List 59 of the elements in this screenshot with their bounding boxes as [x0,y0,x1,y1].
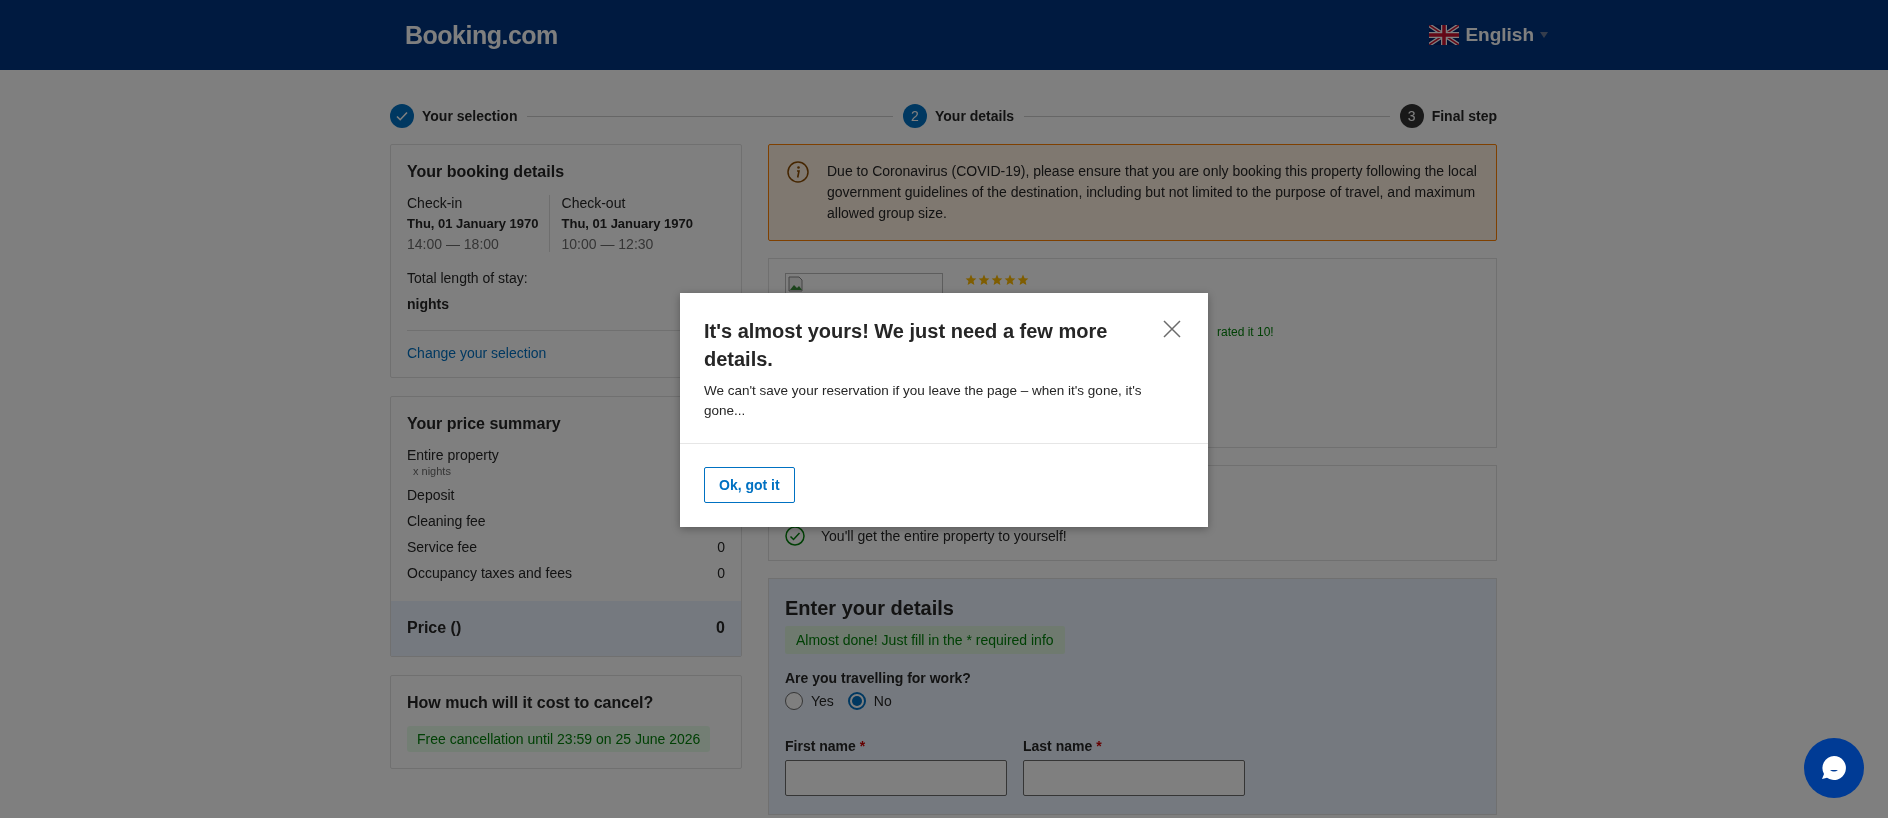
caret-icon [1540,32,1548,38]
ok-button[interactable]: Ok, got it [704,467,795,503]
broken-image-icon [788,276,804,292]
close-icon[interactable] [1162,319,1182,339]
card-title: Your booking details [407,163,566,181]
card-title: How much will it cost to cancel? [407,694,655,712]
flag-icon [1429,25,1460,45]
required-notice: Almost done! Just fill in the * required info [785,626,1065,654]
time-range: 10:00 — 12:30 [561,236,655,252]
price-value: 0 [717,565,725,581]
step-number: 3 [1399,104,1424,128]
radio-option[interactable]: Yes [785,692,834,710]
step-label: Final step [1431,108,1497,124]
form-title: Enter your details [785,597,955,620]
field-label: First name * [785,738,867,754]
dialog-text: We can't save your reservation if you leave the page – when it's gone, it's gone... [704,382,1143,420]
date-value: Thu, 01 January 1970 [407,216,539,231]
price-label: Occupancy taxes and fees [407,565,572,581]
stay-value: nights [407,296,450,312]
dialog-title: It's almost yours! We just need a few more details. [704,319,1109,372]
input-field[interactable] [1023,760,1245,796]
cancellation-badge: Free cancellation until 23:59 on 25 June 2026 [407,726,711,752]
question-label: Are you travelling for work? [785,670,972,686]
total-value: 0 [716,619,725,637]
check-icon [390,104,414,128]
price-label: Cleaning fee [407,513,486,529]
star-icon [1017,274,1029,286]
radio-option[interactable]: No [847,692,892,710]
step-label: Your selection [422,108,518,124]
change-selection-link[interactable]: Change your selection [407,345,547,361]
perk-text: You'll get the entire property to yourself! [821,528,1067,544]
date-label: Check-in [407,195,464,211]
price-label: Deposit [407,487,455,503]
stay-label: Total length of stay: [407,270,529,286]
review-text: rated it 10! [1217,325,1274,339]
price-value: 0 [717,539,725,555]
price-label: Entire property [407,447,499,463]
chat-button[interactable] [1804,738,1864,798]
price-label: Service fee [407,539,478,555]
price-note: x nights [412,465,452,477]
field-label: Last name * [1023,738,1103,754]
star-icon [1004,274,1016,286]
star-icon [978,274,990,286]
step-number: 2 [903,104,927,128]
total-label: Price () [407,619,462,637]
check-circle-icon [785,526,805,546]
star-icon [991,274,1003,286]
time-range: 14:00 — 18:00 [407,236,500,252]
card-title: Your price summary [407,415,562,433]
language-selector[interactable]: English [1465,24,1534,46]
date-value: Thu, 01 January 1970 [561,216,694,231]
date-label: Check-out [561,195,627,211]
info-icon [787,161,809,183]
chat-bubble-icon [1819,753,1849,783]
logo[interactable]: Booking.com [405,20,558,50]
alert-text: Due to Coronavirus (COVID-19), please ensure that you are only booking this property following the local government guidelines of the destination, including but not limited to the purpose of travel, and maximum allowed group size. [827,162,1478,223]
step-label: Your details [935,108,1015,124]
star-icon [965,274,977,286]
input-field[interactable] [785,760,1007,796]
